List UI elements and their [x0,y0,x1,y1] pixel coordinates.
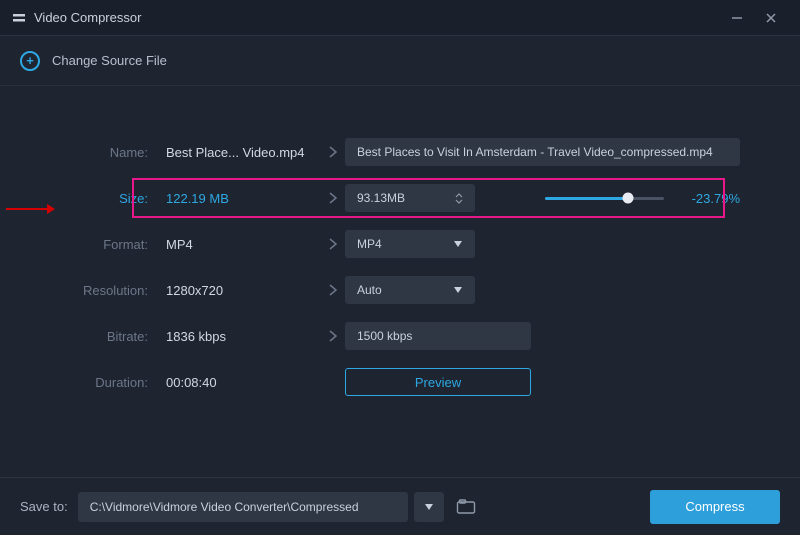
format-selected: MP4 [357,237,382,251]
compress-label: Compress [685,499,744,514]
subheader: + Change Source File [0,36,800,86]
caret-down-icon [453,237,463,251]
format-value: MP4 [166,237,321,252]
saveto-label: Save to: [20,499,68,514]
preview-button[interactable]: Preview [345,368,531,396]
size-target-text: 93.13MB [357,191,405,205]
size-percent: -23.79% [680,191,740,206]
size-original: 122.19 MB [166,191,321,206]
row-duration: Duration: 00:08:40 Preview [60,366,740,398]
chevron-right-icon [321,329,345,343]
change-source-link[interactable]: Change Source File [52,53,167,68]
size-slider[interactable] [545,190,664,206]
bitrate-input[interactable]: 1500 kbps [345,322,531,350]
bottom-bar: Save to: C:\Vidmore\Vidmore Video Conver… [0,477,800,535]
output-name-text: Best Places to Visit In Amsterdam - Trav… [357,145,713,159]
chevron-down-icon[interactable] [455,199,463,204]
resolution-value: 1280x720 [166,283,321,298]
size-target-input[interactable]: 93.13MB [345,184,475,212]
chevron-right-icon [321,145,345,159]
chevron-up-icon[interactable] [455,193,463,198]
saveto-path-text: C:\Vidmore\Vidmore Video Converter\Compr… [90,500,359,514]
name-value: Best Place... Video.mp4 [166,145,321,160]
main-form: Name: Best Place... Video.mp4 Best Place… [0,86,800,398]
folder-icon [456,499,476,515]
saveto-path-field[interactable]: C:\Vidmore\Vidmore Video Converter\Compr… [78,492,408,522]
caret-down-icon [424,503,434,511]
row-size: Size: 122.19 MB 93.13MB -23.79% [60,182,740,214]
slider-thumb[interactable] [623,193,634,204]
plus-circle-icon[interactable]: + [20,51,40,71]
chevron-right-icon [321,283,345,297]
open-folder-button[interactable] [454,495,478,519]
preview-label: Preview [415,375,461,390]
bitrate-label: Bitrate: [60,329,166,344]
row-format: Format: MP4 MP4 [60,228,740,260]
chevron-right-icon [321,191,345,205]
size-label: Size: [60,191,166,206]
format-label: Format: [60,237,166,252]
titlebar: Video Compressor [0,0,800,36]
format-select[interactable]: MP4 [345,230,475,258]
minimize-button[interactable] [720,4,754,32]
name-label: Name: [60,145,166,160]
bitrate-target: 1500 kbps [357,329,412,343]
size-slider-wrap: -23.79% [475,190,740,206]
slider-fill [545,197,628,200]
bitrate-value: 1836 kbps [166,329,321,344]
window-title: Video Compressor [34,10,720,25]
close-button[interactable] [754,4,788,32]
slider-track [545,197,664,200]
duration-label: Duration: [60,375,166,390]
row-name: Name: Best Place... Video.mp4 Best Place… [60,136,740,168]
chevron-right-icon [321,237,345,251]
resolution-select[interactable]: Auto [345,276,475,304]
compress-button[interactable]: Compress [650,490,780,524]
app-logo-icon [12,11,26,25]
row-resolution: Resolution: 1280x720 Auto [60,274,740,306]
output-name-input[interactable]: Best Places to Visit In Amsterdam - Trav… [345,138,740,166]
row-bitrate: Bitrate: 1836 kbps 1500 kbps [60,320,740,352]
saveto-dropdown[interactable] [414,492,444,522]
resolution-label: Resolution: [60,283,166,298]
size-spinner[interactable] [455,193,463,204]
caret-down-icon [453,283,463,297]
duration-value: 00:08:40 [166,375,321,390]
resolution-selected: Auto [357,283,382,297]
